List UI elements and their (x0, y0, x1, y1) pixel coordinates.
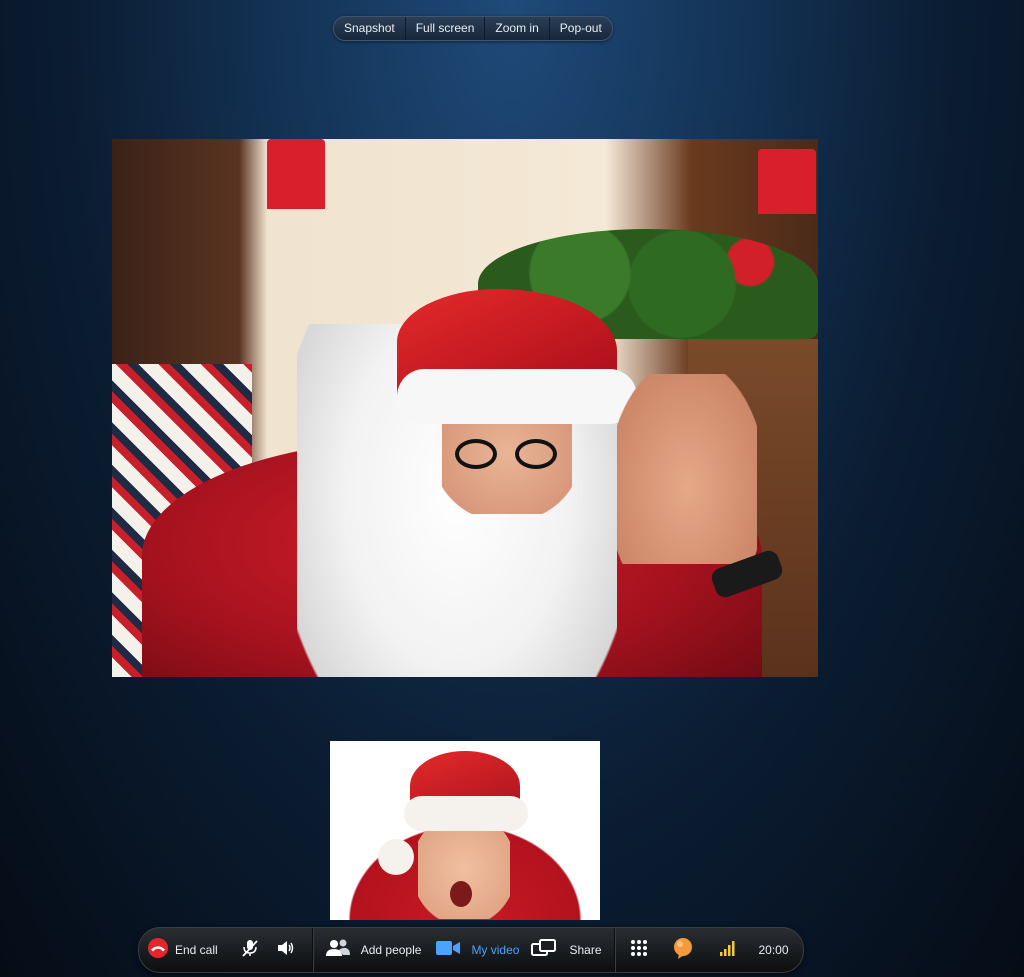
speaker-icon (276, 938, 296, 963)
child-mouth (450, 881, 472, 907)
share-label: Share (569, 943, 602, 957)
santa-glasses (455, 439, 565, 469)
mute-mic-icon (240, 938, 260, 963)
add-people-icon (325, 938, 351, 963)
add-people-label: Add people (360, 943, 422, 957)
remote-video[interactable] (112, 139, 818, 677)
chat-icon (671, 936, 695, 965)
share-button[interactable]: Share (531, 928, 602, 972)
self-video-preview[interactable] (330, 741, 600, 920)
end-call-label: End call (175, 943, 218, 957)
end-call-icon (147, 937, 169, 964)
lamp-right (758, 149, 816, 214)
call-quality-indicator[interactable] (719, 928, 737, 972)
separator (613, 928, 615, 972)
call-duration: 20:00 (753, 928, 789, 972)
signal-strength-icon (719, 939, 737, 962)
chat-button[interactable] (671, 928, 695, 972)
call-controls-bar: End call Add people My video Share 20:00 (138, 927, 804, 973)
lamp-left (267, 139, 325, 209)
add-people-button[interactable]: Add people (325, 928, 422, 972)
dialpad-icon (629, 938, 649, 963)
child-hat-pompom (378, 839, 414, 875)
speaker-button[interactable] (276, 928, 296, 972)
santa-hat-brim (397, 369, 637, 424)
video-camera-icon (435, 939, 461, 962)
pop-out-button[interactable]: Pop-out (548, 17, 612, 40)
share-screen-icon (531, 938, 557, 963)
my-video-label: My video (471, 943, 520, 957)
my-video-button[interactable]: My video (435, 928, 519, 972)
separator (311, 928, 313, 972)
mute-button[interactable] (240, 928, 260, 972)
full-screen-button[interactable]: Full screen (404, 17, 485, 40)
snapshot-button[interactable]: Snapshot (334, 17, 405, 40)
child-hat-brim (404, 796, 528, 831)
dialpad-button[interactable] (629, 928, 649, 972)
end-call-button[interactable]: End call (147, 928, 218, 972)
santa-hand (617, 374, 757, 564)
zoom-in-button[interactable]: Zoom in (484, 17, 548, 40)
video-toolbar: Snapshot Full screen Zoom in Pop-out (333, 16, 613, 41)
call-duration-text: 20:00 (758, 943, 789, 957)
